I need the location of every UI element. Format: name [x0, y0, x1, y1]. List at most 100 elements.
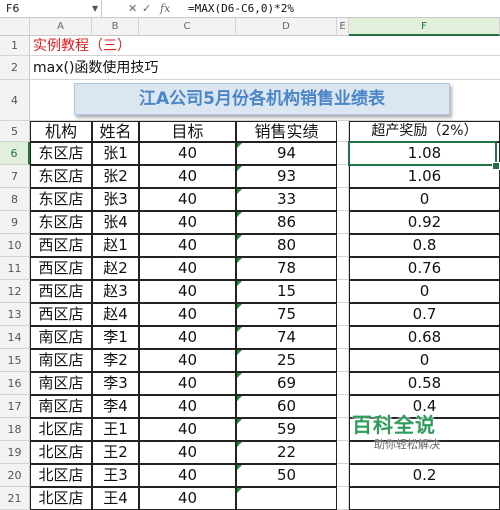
- row-header-15[interactable]: 15: [0, 349, 30, 372]
- sales-cell[interactable]: 94: [236, 142, 337, 165]
- row-header-11[interactable]: 11: [0, 257, 30, 280]
- branch-cell[interactable]: 南区店: [30, 326, 92, 349]
- bonus-cell[interactable]: 0.92: [349, 211, 500, 234]
- bonus-cell[interactable]: 0.8: [349, 234, 500, 257]
- bonus-cell[interactable]: 0: [349, 188, 500, 211]
- error-indicator-icon[interactable]: [237, 396, 242, 401]
- bonus-cell[interactable]: 1.06: [349, 165, 500, 188]
- branch-cell[interactable]: 北区店: [30, 418, 92, 441]
- name-cell[interactable]: 赵2: [92, 257, 139, 280]
- insert-function-icon[interactable]: fx: [160, 0, 170, 17]
- branch-cell[interactable]: 西区店: [30, 303, 92, 326]
- name-cell[interactable]: 李2: [92, 349, 139, 372]
- column-header-e[interactable]: E: [337, 18, 349, 36]
- column-header-d[interactable]: D: [236, 18, 337, 36]
- bonus-cell[interactable]: 0.7: [349, 303, 500, 326]
- confirm-icon[interactable]: ✓: [142, 0, 151, 17]
- blank-cell[interactable]: [337, 326, 349, 349]
- error-indicator-icon[interactable]: [237, 143, 242, 148]
- sales-cell[interactable]: 75: [236, 303, 337, 326]
- tutorial-title[interactable]: 实例教程（三）: [30, 36, 500, 56]
- name-box[interactable]: F6 ▼: [0, 0, 102, 17]
- name-cell[interactable]: 张2: [92, 165, 139, 188]
- branch-cell[interactable]: 东区店: [30, 211, 92, 234]
- header-sales[interactable]: 销售实绩: [236, 121, 337, 142]
- name-cell[interactable]: 王1: [92, 418, 139, 441]
- row-header-8[interactable]: 8: [0, 188, 30, 211]
- error-indicator-icon[interactable]: [237, 373, 242, 378]
- header-bonus[interactable]: 超产奖励（2%）: [349, 121, 500, 142]
- branch-cell[interactable]: 东区店: [30, 165, 92, 188]
- row-header-9[interactable]: 9: [0, 211, 30, 234]
- sales-cell[interactable]: 15: [236, 280, 337, 303]
- row-header-5[interactable]: 5: [0, 121, 30, 142]
- target-cell[interactable]: 40: [139, 372, 236, 395]
- name-cell[interactable]: 李3: [92, 372, 139, 395]
- name-cell[interactable]: 赵1: [92, 234, 139, 257]
- blank-cell[interactable]: [337, 234, 349, 257]
- name-cell[interactable]: 赵3: [92, 280, 139, 303]
- blank-cell[interactable]: [337, 418, 349, 441]
- blank-cell[interactable]: [337, 303, 349, 326]
- target-cell[interactable]: 40: [139, 487, 236, 510]
- sales-cell[interactable]: 22: [236, 441, 337, 464]
- name-cell[interactable]: 张3: [92, 188, 139, 211]
- row-header-18[interactable]: 18: [0, 418, 30, 441]
- bonus-cell[interactable]: 0.2: [349, 464, 500, 487]
- blank-cell[interactable]: [337, 280, 349, 303]
- target-cell[interactable]: 40: [139, 441, 236, 464]
- branch-cell[interactable]: 南区店: [30, 349, 92, 372]
- target-cell[interactable]: 40: [139, 349, 236, 372]
- target-cell[interactable]: 40: [139, 211, 236, 234]
- error-indicator-icon[interactable]: [237, 212, 242, 217]
- bonus-cell[interactable]: 0.68: [349, 326, 500, 349]
- select-all-corner[interactable]: [0, 18, 30, 36]
- row-header-1[interactable]: 1: [0, 36, 30, 56]
- target-cell[interactable]: 40: [139, 464, 236, 487]
- column-header-b[interactable]: B: [92, 18, 139, 36]
- row-header-20[interactable]: 20: [0, 464, 30, 487]
- header-branch[interactable]: 机构: [30, 121, 92, 142]
- name-cell[interactable]: 王2: [92, 441, 139, 464]
- row-header-19[interactable]: 19: [0, 441, 30, 464]
- branch-cell[interactable]: 南区店: [30, 395, 92, 418]
- branch-cell[interactable]: 西区店: [30, 234, 92, 257]
- target-cell[interactable]: 40: [139, 142, 236, 165]
- name-cell[interactable]: 李1: [92, 326, 139, 349]
- row-header-4[interactable]: 4: [0, 80, 30, 121]
- blank-cell[interactable]: [337, 349, 349, 372]
- row-header-7[interactable]: 7: [0, 165, 30, 188]
- branch-cell[interactable]: 北区店: [30, 464, 92, 487]
- error-indicator-icon[interactable]: [237, 304, 242, 309]
- bonus-cell[interactable]: 0.58: [349, 372, 500, 395]
- error-indicator-icon[interactable]: [237, 442, 242, 447]
- header-name[interactable]: 姓名: [92, 121, 139, 142]
- sales-cell[interactable]: 69: [236, 372, 337, 395]
- target-cell[interactable]: 40: [139, 188, 236, 211]
- row-header-10[interactable]: 10: [0, 234, 30, 257]
- name-cell[interactable]: 王3: [92, 464, 139, 487]
- bonus-cell[interactable]: 0: [349, 280, 500, 303]
- blank-cell[interactable]: [337, 487, 349, 510]
- column-header-c[interactable]: C: [139, 18, 236, 36]
- cancel-icon[interactable]: ✕: [128, 0, 137, 17]
- row-header-14[interactable]: 14: [0, 326, 30, 349]
- subtitle[interactable]: max()函数使用技巧: [30, 56, 500, 80]
- target-cell[interactable]: 40: [139, 303, 236, 326]
- target-cell[interactable]: 40: [139, 280, 236, 303]
- row-header-21[interactable]: 21: [0, 487, 30, 510]
- target-cell[interactable]: 40: [139, 326, 236, 349]
- branch-cell[interactable]: 东区店: [30, 142, 92, 165]
- branch-cell[interactable]: 西区店: [30, 280, 92, 303]
- chevron-down-icon[interactable]: ▼: [92, 0, 98, 17]
- branch-cell[interactable]: 北区店: [30, 487, 92, 510]
- target-cell[interactable]: 40: [139, 165, 236, 188]
- error-indicator-icon[interactable]: [237, 281, 242, 286]
- blank-cell[interactable]: [337, 464, 349, 487]
- sales-cell[interactable]: [236, 487, 337, 510]
- row-header-12[interactable]: 12: [0, 280, 30, 303]
- sales-cell[interactable]: 59: [236, 418, 337, 441]
- error-indicator-icon[interactable]: [237, 488, 242, 493]
- blank-cell[interactable]: [337, 441, 349, 464]
- column-header-a[interactable]: A: [30, 18, 92, 36]
